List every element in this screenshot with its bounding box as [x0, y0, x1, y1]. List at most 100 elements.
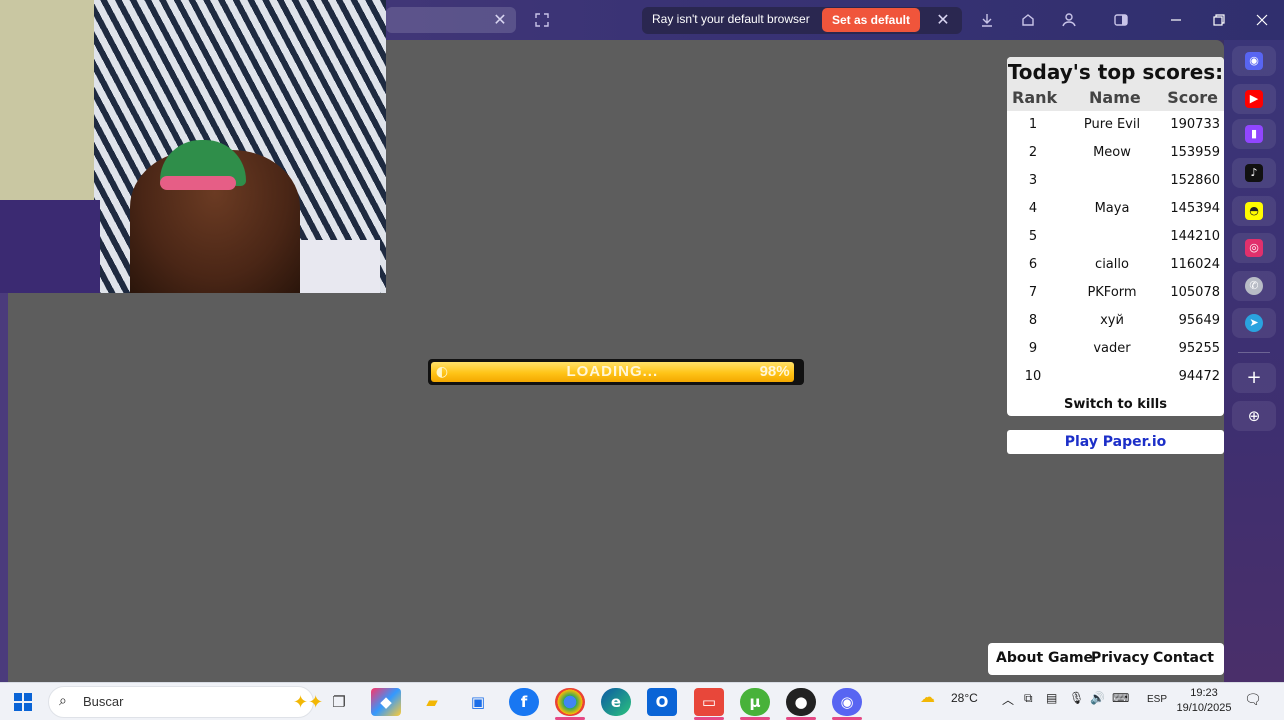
sidebar-whatsapp-button[interactable]: ✆	[1232, 271, 1276, 301]
download-icon[interactable]	[977, 10, 997, 30]
windows-start-icon[interactable]	[14, 693, 32, 711]
loading-bar: ◐ LOADING... 98%	[428, 359, 804, 385]
play-paperio-link[interactable]: Play Paper.io	[1007, 430, 1224, 454]
windows-taskbar: ⌕ Buscar ✦✦ ❐ ◆ ▰ ▣ f e O ▭ µ ● ◉ ☁ 28°C…	[0, 682, 1284, 720]
score-row-score: 95255	[1178, 341, 1220, 356]
score-row-rank: 5	[1028, 229, 1038, 244]
game-app-icon[interactable]: ●	[786, 688, 816, 720]
sidebar-discord-button[interactable]: ◉	[1232, 46, 1276, 76]
search-input[interactable]: Buscar	[83, 694, 123, 709]
facebook-icon[interactable]: f	[509, 688, 539, 716]
twitch-icon: ▮	[1245, 125, 1263, 143]
minimize-icon[interactable]	[1164, 8, 1188, 32]
snapchat-icon: ◓	[1245, 202, 1263, 220]
discord-taskbar-icon[interactable]: ◉	[832, 688, 862, 720]
tab-close-icon[interactable]: ✕	[490, 10, 510, 30]
fullscreen-icon[interactable]	[532, 10, 552, 30]
score-row-score: 153959	[1170, 145, 1220, 160]
sidebar-add-button[interactable]: +	[1232, 363, 1276, 393]
file-explorer-icon[interactable]: ▰	[417, 688, 447, 716]
rank-column-header: Rank	[1012, 88, 1058, 107]
scores-list: 1 Pure Evil 190733 2 Meow 153959 3 152860 4 Maya 1…	[1007, 111, 1224, 391]
scores-title: Today's top scores:	[1007, 60, 1224, 84]
weather-icon[interactable]: ☁	[920, 688, 935, 706]
app-red-icon[interactable]: ▭	[694, 688, 724, 720]
score-row-name: vader	[1093, 341, 1131, 356]
taskbar-search[interactable]: ⌕ Buscar ✦✦	[48, 686, 323, 718]
banner-close-icon[interactable]: ✕	[932, 9, 954, 31]
score-row: 5 144210	[1007, 223, 1224, 251]
sidebar-youtube-button[interactable]: ▶	[1232, 84, 1276, 114]
utorrent-icon[interactable]: µ	[740, 688, 770, 720]
sparkle-icon: ✦✦	[293, 692, 324, 713]
name-column-header: Name	[1089, 88, 1141, 107]
score-row-name: ciallo	[1095, 257, 1129, 272]
tray-network-icon[interactable]: ▤	[1046, 691, 1057, 705]
outlook-icon[interactable]: O	[647, 688, 677, 716]
close-window-icon[interactable]	[1250, 8, 1274, 32]
score-row-rank: 4	[1028, 201, 1038, 216]
microsoft-store-icon[interactable]: ▣	[463, 688, 493, 716]
globe-icon: ⊕	[1247, 407, 1261, 425]
score-row: 10 94472	[1007, 363, 1224, 391]
edge-icon[interactable]: e	[601, 688, 631, 716]
clock-date: 19/10/2025	[1176, 702, 1232, 714]
set-as-default-button[interactable]: Set as default	[822, 8, 920, 32]
score-row-score: 95649	[1178, 313, 1220, 328]
sidebar-twitch-button[interactable]: ▮	[1232, 119, 1276, 149]
switch-to-kills-button[interactable]: Switch to kills	[1007, 397, 1224, 412]
score-row-name: Pure Evil	[1083, 117, 1141, 132]
loading-percent: 98%	[759, 363, 790, 380]
loading-bar-fill: ◐ LOADING... 98%	[431, 362, 794, 382]
score-row-score: 145394	[1170, 201, 1220, 216]
extensions-icon[interactable]	[1018, 10, 1038, 30]
about-game-link[interactable]: About Game	[996, 650, 1093, 666]
notification-icon[interactable]: 🗨	[1244, 692, 1264, 712]
volume-icon[interactable]: 🔊	[1090, 691, 1105, 705]
sidebar-toggle-icon[interactable]	[1111, 10, 1131, 30]
restore-icon[interactable]	[1207, 8, 1231, 32]
taskbar-clock[interactable]: 19:23 19/10/2025	[1176, 686, 1232, 716]
score-row: 9 vader 95255	[1007, 335, 1224, 363]
contact-link[interactable]: Contact	[1153, 650, 1214, 666]
score-row-rank: 10	[1024, 369, 1042, 384]
whatsapp-icon: ✆	[1245, 277, 1263, 295]
score-row-name: Maya	[1094, 201, 1130, 216]
score-row-name: хуй	[1100, 313, 1124, 328]
score-row-rank: 3	[1028, 173, 1038, 188]
score-row: 3 152860	[1007, 167, 1224, 195]
sidebar-telegram-button[interactable]: ➤	[1232, 308, 1276, 338]
tiktok-icon: ♪	[1245, 164, 1263, 182]
keyboard-icon[interactable]: ⌨	[1112, 691, 1129, 705]
copilot-icon[interactable]: ◆	[371, 688, 401, 716]
task-view-icon[interactable]: ❐	[324, 688, 354, 716]
scores-header: Today's top scores: Rank Name Score	[1007, 57, 1224, 111]
score-column-header: Score	[1167, 88, 1218, 107]
sidebar-snapchat-button[interactable]: ◓	[1232, 196, 1276, 226]
score-row: 4 Maya 145394	[1007, 195, 1224, 223]
chrome-icon[interactable]	[555, 688, 585, 720]
profile-icon[interactable]	[1059, 10, 1079, 30]
score-row: 1 Pure Evil 190733	[1007, 111, 1224, 139]
score-row-rank: 9	[1028, 341, 1038, 356]
sidebar-tiktok-button[interactable]: ♪	[1232, 158, 1276, 188]
score-row: 2 Meow 153959	[1007, 139, 1224, 167]
top-scores-panel: Today's top scores: Rank Name Score 1 Pur…	[1007, 57, 1224, 416]
youtube-icon: ▶	[1245, 90, 1263, 108]
score-row-score: 116024	[1170, 257, 1220, 272]
language-indicator[interactable]: ESP	[1147, 694, 1167, 705]
score-row-name: PKForm	[1087, 285, 1137, 300]
score-row: 6 ciallo 116024	[1007, 251, 1224, 279]
weather-temp[interactable]: 28°C	[951, 691, 978, 705]
tray-chevron-icon[interactable]: ︿	[1002, 691, 1014, 708]
privacy-link[interactable]: Privacy	[1091, 650, 1149, 666]
webcam-person-left	[0, 200, 100, 293]
sidebar-instagram-button[interactable]: ◎	[1232, 233, 1276, 263]
microphone-icon[interactable]: 🎙	[1069, 691, 1084, 705]
tray-apps-icon[interactable]: ⧉	[1024, 691, 1033, 706]
sidebar-separator	[1238, 352, 1270, 353]
score-row-rank: 2	[1028, 145, 1038, 160]
score-row-score: 190733	[1170, 117, 1220, 132]
sidebar-globe-button[interactable]: ⊕	[1232, 401, 1276, 431]
score-row: 8 хуй 95649	[1007, 307, 1224, 335]
